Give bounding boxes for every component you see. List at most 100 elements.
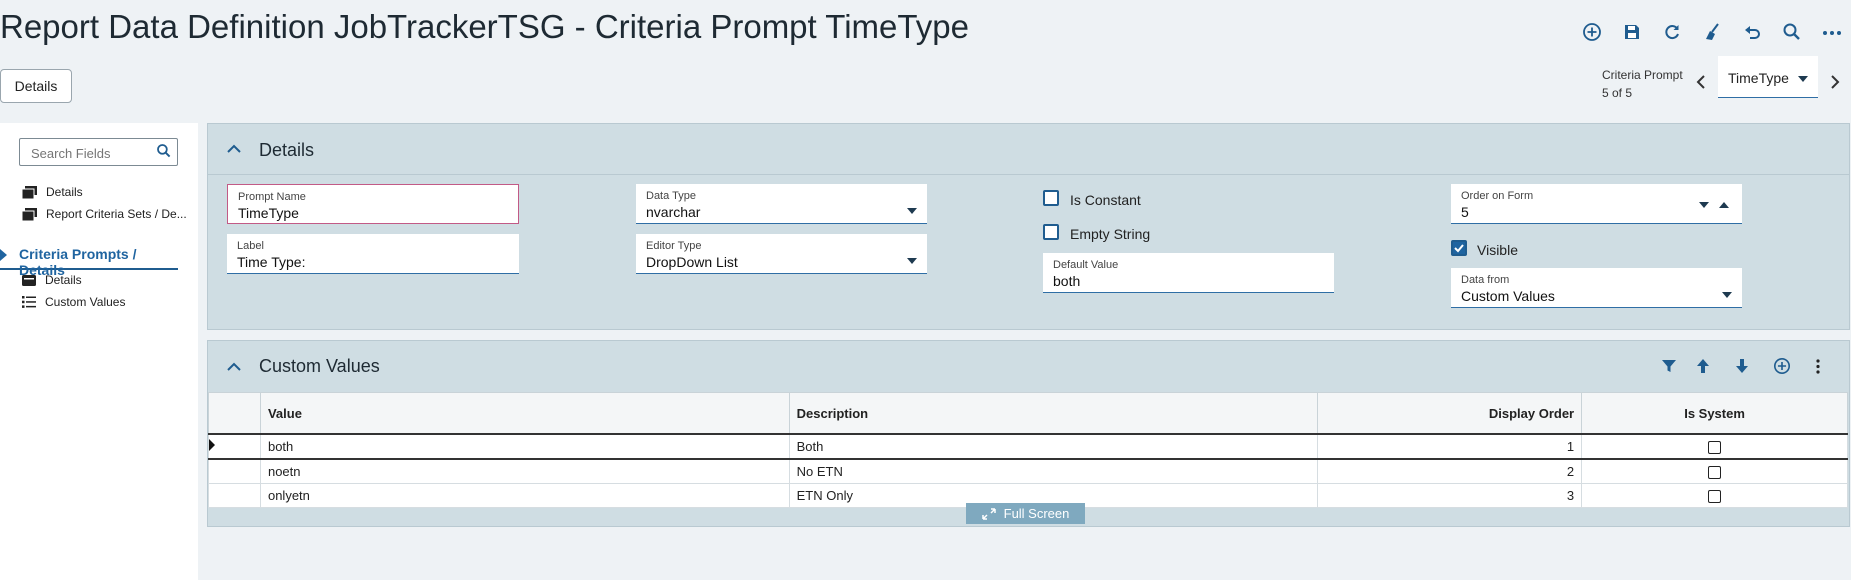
cell-is-system[interactable] [1581, 483, 1848, 508]
column-header-is-system[interactable]: Is System [1581, 392, 1848, 435]
search-fields[interactable] [19, 138, 178, 166]
clear-icon[interactable] [1699, 19, 1725, 45]
details-panel-header[interactable]: Details [208, 124, 1849, 175]
details-panel-title: Details [259, 140, 315, 160]
cell-description[interactable]: Both [788, 433, 1319, 460]
editor-type-select[interactable]: Editor Type DropDown List [636, 234, 927, 274]
label-field-value: Time Type: [237, 254, 306, 270]
table-row[interactable]: noetn No ETN 2 [208, 458, 1848, 484]
arrow-down-icon[interactable] [1734, 358, 1750, 374]
data-type-select[interactable]: Data Type nvarchar [636, 184, 927, 224]
is-system-checkbox[interactable] [1708, 466, 1722, 480]
column-header-display-order[interactable]: Display Order [1317, 392, 1583, 435]
page-title: Report Data Definition JobTrackerTSG - C… [0, 8, 969, 45]
cell-value[interactable]: both [259, 433, 790, 460]
row-selector[interactable] [208, 433, 261, 460]
sidebar-item-report-criteria-sets[interactable]: Report Criteria Sets / De... [22, 207, 187, 221]
order-on-form-value: 5 [1461, 204, 1469, 220]
editor-type-label: Editor Type [646, 240, 702, 252]
table-row[interactable]: both Both 1 [208, 433, 1848, 460]
visible-checkbox[interactable] [1451, 240, 1467, 256]
chevron-right-icon[interactable] [1826, 72, 1844, 92]
cell-description[interactable]: No ETN [788, 458, 1319, 484]
editor-type-value: DropDown List [646, 254, 738, 270]
data-from-select[interactable]: Data from Custom Values [1451, 268, 1742, 308]
is-system-checkbox[interactable] [1708, 441, 1722, 455]
cell-display-order[interactable]: 3 [1317, 483, 1583, 508]
row-pointer-icon [209, 439, 215, 451]
data-from-label: Data from [1461, 274, 1510, 286]
is-constant-checkbox[interactable] [1043, 190, 1059, 206]
chevron-down-icon [1798, 76, 1808, 82]
row-selector[interactable] [208, 483, 261, 508]
chevron-left-icon[interactable] [1692, 72, 1710, 92]
add-icon[interactable] [1579, 19, 1605, 45]
increment-icon[interactable] [1719, 202, 1729, 208]
chevron-up-icon[interactable] [227, 362, 241, 372]
expand-icon [981, 507, 996, 520]
checkmark-icon [1454, 244, 1464, 253]
decrement-icon[interactable] [1699, 202, 1709, 208]
search-input[interactable] [29, 140, 151, 166]
default-value-value: both [1053, 273, 1081, 289]
sidebar-item-label: Details [46, 185, 83, 199]
empty-string-checkbox[interactable] [1043, 224, 1059, 240]
full-screen-button[interactable]: Full Screen [966, 503, 1085, 524]
is-system-checkbox[interactable] [1708, 490, 1722, 504]
empty-string-label: Empty String [1070, 226, 1151, 242]
sidebar-item-details[interactable]: Details [22, 185, 83, 199]
criteria-nav-label: Criteria Prompt [1602, 68, 1683, 82]
sidebar-item-sub-details[interactable]: Details [22, 273, 82, 287]
refresh-icon[interactable] [1659, 19, 1685, 45]
cell-is-system[interactable] [1581, 458, 1848, 484]
chevron-down-icon [907, 208, 917, 214]
prompt-name-value: TimeType [238, 205, 299, 221]
custom-values-header[interactable]: Custom Values [208, 341, 1849, 391]
cell-value[interactable]: onlyetn [259, 483, 790, 508]
list-icon [22, 296, 36, 308]
sidebar-active-section[interactable]: Criteria Prompts / Details [0, 246, 178, 278]
undo-icon[interactable] [1739, 19, 1765, 45]
table-header-row: Value Description Display Order Is Syste… [208, 392, 1848, 435]
criteria-prompt-select[interactable]: TimeType [1718, 56, 1818, 98]
sidebar-item-label: Custom Values [45, 295, 126, 309]
search-icon[interactable] [1779, 19, 1805, 45]
details-button[interactable]: Details [0, 69, 72, 103]
custom-values-table: Value Description Display Order Is Syste… [208, 392, 1848, 508]
search-icon[interactable] [156, 143, 172, 164]
cell-is-system[interactable] [1581, 433, 1848, 460]
add-row-icon[interactable] [1773, 357, 1791, 375]
sidebar-item-custom-values[interactable]: Custom Values [22, 295, 125, 309]
data-type-value: nvarchar [646, 204, 701, 220]
default-value-label: Default Value [1053, 259, 1119, 271]
chevron-down-icon [1722, 292, 1732, 298]
column-header-description[interactable]: Description [788, 392, 1319, 435]
order-on-form-label: Order on Form [1461, 190, 1534, 202]
prompt-name-label: Prompt Name [238, 191, 306, 203]
sidebar-item-label: Details [45, 273, 82, 287]
order-on-form-stepper[interactable]: Order on Form 5 [1451, 184, 1742, 224]
cell-value[interactable]: noetn [259, 458, 790, 484]
row-selector[interactable] [208, 458, 261, 484]
arrow-up-icon[interactable] [1695, 358, 1711, 374]
card-icon [22, 274, 36, 286]
more-icon[interactable] [1819, 19, 1845, 45]
column-header-value[interactable]: Value [259, 392, 790, 435]
chevron-up-icon[interactable] [227, 144, 241, 154]
more-vertical-icon[interactable] [1815, 358, 1821, 374]
default-value-field[interactable]: Default Value both [1043, 253, 1334, 293]
row-selector-header [208, 392, 261, 435]
is-constant-label: Is Constant [1070, 192, 1141, 208]
full-screen-label: Full Screen [1003, 506, 1070, 521]
cell-display-order[interactable]: 1 [1317, 433, 1583, 460]
data-type-label: Data Type [646, 190, 696, 202]
save-icon[interactable] [1619, 19, 1645, 45]
visible-label: Visible [1477, 242, 1518, 258]
custom-values-title: Custom Values [259, 356, 380, 376]
filter-icon[interactable] [1661, 358, 1677, 374]
cell-display-order[interactable]: 2 [1317, 458, 1583, 484]
prompt-name-field[interactable]: Prompt Name TimeType [227, 184, 519, 224]
label-field[interactable]: Label Time Type: [227, 234, 519, 274]
stack-icon [22, 185, 37, 199]
data-from-value: Custom Values [1461, 288, 1555, 304]
